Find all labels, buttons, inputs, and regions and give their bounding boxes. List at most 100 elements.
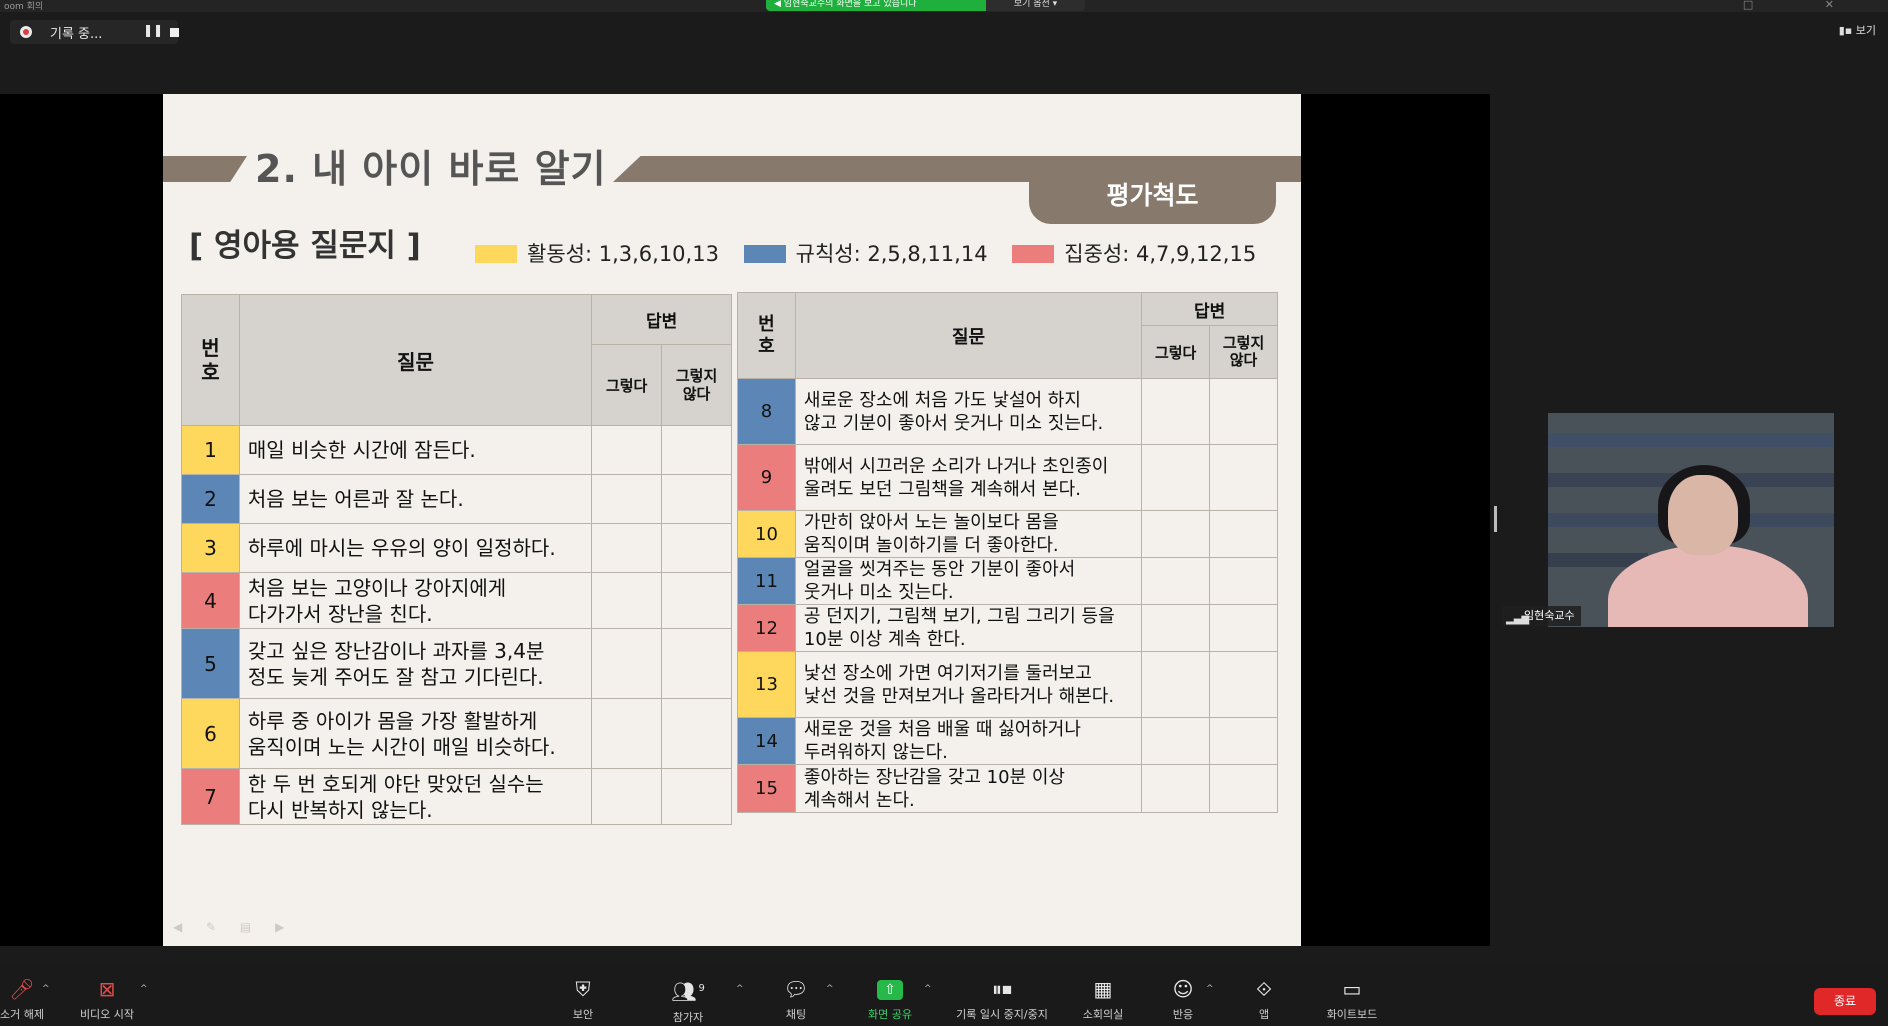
breakout-rooms-icon: ▦ xyxy=(1093,977,1113,1001)
answer-no-cell xyxy=(1209,717,1278,765)
header-number: 번 호 xyxy=(737,292,796,379)
question-number: 12 xyxy=(737,604,796,652)
video-options-caret-icon[interactable]: ^ xyxy=(140,984,148,994)
reactions-caret-icon[interactable]: ^ xyxy=(1206,984,1214,994)
share-screen-icon: ⇧ xyxy=(877,980,903,1000)
answer-yes-cell xyxy=(591,572,663,629)
answer-no-cell xyxy=(1209,764,1278,813)
apps-button[interactable]: ⟐ 앱 xyxy=(1252,962,1276,1026)
reaction-smiley-icon: ☺ xyxy=(1172,977,1194,1001)
question-number: 8 xyxy=(737,378,796,445)
share-area-right xyxy=(1301,94,1490,946)
apps-icon: ⟐ xyxy=(1256,977,1272,1001)
reactions-button[interactable]: ☺ 반응 xyxy=(1168,962,1198,1026)
answer-no-cell xyxy=(1209,444,1278,511)
participants-caret-icon[interactable]: ^ xyxy=(736,984,744,994)
answer-yes-cell xyxy=(1141,764,1211,813)
questionnaire-table-left: 번 호 질문 답변 그렇다 그렇지 않다 1 매일 비슷한 시간에 잠든다. 2 처음… xyxy=(181,294,732,825)
question-number: 3 xyxy=(181,523,240,573)
answer-yes-cell xyxy=(1141,557,1211,605)
participants-icon: 👥︎ 9 xyxy=(671,979,705,1004)
question-number: 2 xyxy=(181,474,240,524)
question-text: 얼굴을 씻겨주는 동안 기분이 좋아서 웃거나 미소 짓는다. xyxy=(794,557,1143,605)
start-video-button[interactable]: ⊠ 비디오 시작 xyxy=(70,962,144,1026)
chat-button[interactable]: 💬︎ 채팅 xyxy=(776,962,816,1026)
legend-swatch-yellow xyxy=(475,245,517,263)
panel-resize-handle[interactable] xyxy=(1494,506,1497,532)
answer-yes-cell xyxy=(1141,444,1211,511)
table-row: 14 새로운 것을 처음 배울 때 싫어하거나 두려워하지 않는다. xyxy=(737,717,1278,765)
stop-recording-icon[interactable] xyxy=(170,28,179,37)
questionnaire-subtitle: [ 영아용 질문지 ] xyxy=(189,228,421,264)
window-controls[interactable]: □ ✕ xyxy=(1743,0,1868,11)
question-text: 낯선 장소에 가면 여기저기를 둘러보고 낯선 것을 만져보거나 올라타거나 해… xyxy=(794,651,1143,718)
answer-yes-cell xyxy=(591,474,663,524)
audio-options-caret-icon[interactable]: ^ xyxy=(42,984,50,994)
video-off-icon: ⊠ xyxy=(98,977,116,1001)
answer-yes-cell xyxy=(591,628,663,699)
record-icon xyxy=(20,26,32,38)
header-question: 질문 xyxy=(794,292,1143,379)
whiteboard-button[interactable]: ▭ 화이트보드 xyxy=(1320,962,1384,1026)
eval-scale-tab: 평가척도 xyxy=(1029,168,1276,224)
view-button[interactable]: ▮▪ 보기 xyxy=(1839,22,1876,38)
question-number: 15 xyxy=(737,764,796,813)
answer-yes-cell xyxy=(591,523,663,573)
table-row: 5 갖고 싶은 장난감이나 과자를 3,4분 정도 늦게 주어도 잘 참고 기다린… xyxy=(181,628,732,699)
table-row: 13 낯선 장소에 가면 여기저기를 둘러보고 낯선 것을 만져보거나 올라타거나… xyxy=(737,651,1278,718)
answer-yes-cell xyxy=(591,425,663,475)
question-number: 7 xyxy=(181,768,240,825)
header-no: 그렇지 않다 xyxy=(1209,325,1278,379)
table-row: 8 새로운 장소에 처음 가도 낯설어 하지 않고 기분이 좋아서 웃거나 미소 … xyxy=(737,378,1278,445)
shared-slide: 2. 내 아이 바로 알기 평가척도 [ 영아용 질문지 ] 활동성: 1,3,… xyxy=(163,94,1301,946)
question-text: 갖고 싶은 장난감이나 과자를 3,4분 정도 늦게 주어도 잘 참고 기다린다… xyxy=(238,628,593,699)
header-no: 그렇지 않다 xyxy=(661,344,732,426)
participants-button[interactable]: 👥︎ 9 참가자 xyxy=(666,962,710,1026)
breakout-rooms-button[interactable]: ▦ 소회의실 xyxy=(1076,962,1130,1026)
pause-recording-icon[interactable]: ❚❚ xyxy=(143,23,163,37)
question-number: 14 xyxy=(737,717,796,765)
question-number: 11 xyxy=(737,557,796,605)
participant-face xyxy=(1668,475,1738,555)
answer-no-cell xyxy=(1209,378,1278,445)
table-row: 15 좋아하는 장난감을 갖고 10분 이상 계속해서 논다. xyxy=(737,764,1278,813)
question-text: 좋아하는 장난감을 갖고 10분 이상 계속해서 논다. xyxy=(794,764,1143,813)
legend-item-focus: 집중성: 4,7,9,12,15 xyxy=(1012,238,1256,268)
legend-item-regularity: 규칙성: 2,5,8,11,14 xyxy=(743,238,988,268)
table-row: 11 얼굴을 씻겨주는 동안 기분이 좋아서 웃거나 미소 짓는다. xyxy=(737,557,1278,605)
unmute-button[interactable]: 🎤︎ 소거 해제 xyxy=(0,962,54,1026)
table-row: 7한 두 번 호되게 야단 맞았던 실수는 다시 반복하지 않는다. xyxy=(181,768,732,825)
answer-no-cell xyxy=(661,425,732,475)
header-answer: 답변 xyxy=(591,294,732,345)
header-number: 번 호 xyxy=(181,294,240,426)
legend-swatch-red xyxy=(1012,245,1055,263)
question-number: 5 xyxy=(181,628,240,699)
share-area-left xyxy=(0,94,163,946)
question-text: 하루에 마시는 우유의 양이 일정하다. xyxy=(238,523,593,573)
question-number: 6 xyxy=(181,698,240,769)
answer-yes-cell xyxy=(1141,717,1211,765)
pause-stop-recording-button[interactable]: ⏸︎⏹︎ 기록 일시 중지/중지 xyxy=(944,962,1060,1026)
legend-swatch-blue xyxy=(743,245,786,263)
screen-share-banner: ◀ 임현숙교수의 화면을 보고 있습니다 xyxy=(766,0,986,11)
answer-no-cell xyxy=(661,474,732,524)
chat-caret-icon[interactable]: ^ xyxy=(826,984,834,994)
answer-no-cell xyxy=(661,768,732,825)
legend: 활동성: 1,3,6,10,13 규칙성: 2,5,8,11,14 집중성: 4… xyxy=(475,238,1274,268)
participant-name-tag: ▂▄▆ 임현숙교수 xyxy=(1502,606,1581,626)
question-text: 하루 중 아이가 몸을 가장 활발하게 움직이며 노는 시간이 매일 비슷하다. xyxy=(238,698,593,769)
share-caret-icon[interactable]: ^ xyxy=(924,984,932,994)
answer-no-cell xyxy=(1209,651,1278,718)
question-text: 가만히 앉아서 노는 놀이보다 몸을 움직이며 놀이하기를 더 좋아한다. xyxy=(794,510,1143,558)
end-meeting-button[interactable]: 종료 xyxy=(1814,988,1876,1015)
security-button[interactable]: ⛨ 보안 xyxy=(560,962,606,1026)
recording-label: 기록 중... xyxy=(50,27,103,42)
participant-video-tile[interactable] xyxy=(1548,413,1834,627)
table-row: 6 하루 중 아이가 몸을 가장 활발하게 움직이며 노는 시간이 매일 비슷하다… xyxy=(181,698,732,769)
answer-yes-cell xyxy=(1141,651,1211,718)
table-row: 4 처음 보는 고양이나 강아지에게 다가가서 장난을 친다. xyxy=(181,572,732,629)
share-screen-button[interactable]: ⇧ 화면 공유 xyxy=(860,962,920,1026)
slide-title: 2. 내 아이 바로 알기 xyxy=(255,147,607,191)
slide-nav-controls[interactable]: ◀ ✎ ▤ ▶ xyxy=(173,920,294,934)
view-options-button[interactable]: 보기 옵션 ▾ xyxy=(986,0,1085,11)
